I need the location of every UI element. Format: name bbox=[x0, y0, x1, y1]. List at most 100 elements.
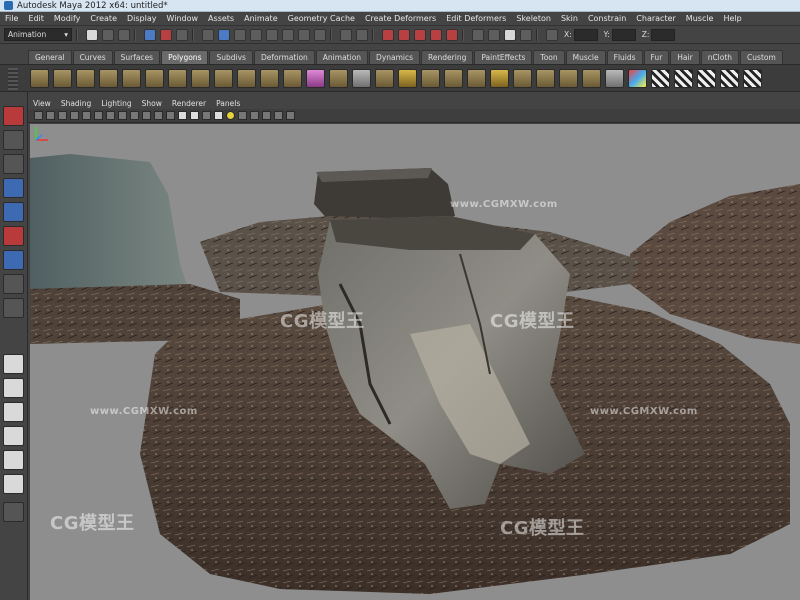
rotate-tool-icon[interactable] bbox=[3, 202, 24, 222]
smooth-shade-icon[interactable] bbox=[190, 111, 199, 120]
smooth-icon[interactable] bbox=[421, 68, 440, 88]
xray-icon[interactable] bbox=[274, 111, 283, 120]
shelf-tab-fur[interactable]: Fur bbox=[643, 50, 670, 64]
menu-animate[interactable]: Animate bbox=[239, 14, 283, 23]
merge-icon[interactable] bbox=[605, 68, 624, 88]
poly-platonic-icon[interactable] bbox=[283, 68, 302, 88]
gate-mask-icon[interactable] bbox=[142, 111, 151, 120]
layout-persp-outliner-icon[interactable] bbox=[3, 450, 24, 470]
extrude-icon[interactable] bbox=[444, 68, 463, 88]
textured-icon[interactable] bbox=[214, 111, 223, 120]
poly-prism-icon[interactable] bbox=[168, 68, 187, 88]
shelf-tab-polygons[interactable]: Polygons bbox=[161, 50, 209, 64]
panel-menu-shading[interactable]: Shading bbox=[61, 99, 91, 108]
use-all-lights-icon[interactable] bbox=[226, 111, 235, 120]
render-settings-icon[interactable] bbox=[520, 28, 532, 41]
image-plane-icon[interactable] bbox=[70, 111, 79, 120]
shelf-tab-animation[interactable]: Animation bbox=[315, 50, 369, 64]
shelf-tab-deformation[interactable]: Deformation bbox=[253, 50, 315, 64]
shadows-icon[interactable] bbox=[238, 111, 247, 120]
x-field[interactable] bbox=[573, 28, 598, 41]
new-scene-icon[interactable] bbox=[86, 28, 98, 41]
poly-cylinder-icon[interactable] bbox=[76, 68, 95, 88]
menu-display[interactable]: Display bbox=[122, 14, 162, 23]
poly-helix-icon[interactable] bbox=[237, 68, 256, 88]
bevel-icon[interactable] bbox=[582, 68, 601, 88]
shelf-tab-ncloth[interactable]: nCloth bbox=[700, 50, 740, 64]
panel-menu-show[interactable]: Show bbox=[142, 99, 162, 108]
shelf-tab-general[interactable]: General bbox=[28, 50, 72, 64]
shelf-tab-toon[interactable]: Toon bbox=[533, 50, 565, 64]
split-polygon-icon[interactable] bbox=[513, 68, 532, 88]
shelf-tab-rendering[interactable]: Rendering bbox=[421, 50, 474, 64]
extract-icon[interactable] bbox=[398, 68, 417, 88]
menu-create-deformers[interactable]: Create Deformers bbox=[360, 14, 441, 23]
uv-automatic-icon[interactable] bbox=[720, 68, 739, 88]
poly-pyramid-icon[interactable] bbox=[191, 68, 210, 88]
menu-assets[interactable]: Assets bbox=[203, 14, 239, 23]
isolate-select-icon[interactable] bbox=[262, 111, 271, 120]
layout-persp-graph-icon[interactable] bbox=[3, 426, 24, 446]
panel-menu-view[interactable]: View bbox=[33, 99, 51, 108]
select-hierarchy-icon[interactable] bbox=[144, 28, 156, 41]
toolbox-collapse-icon[interactable] bbox=[3, 502, 24, 522]
grid-toggle-icon[interactable] bbox=[106, 111, 115, 120]
menu-skin[interactable]: Skin bbox=[556, 14, 583, 23]
safe-action-icon[interactable] bbox=[166, 111, 175, 120]
append-to-polygon-icon[interactable] bbox=[490, 68, 509, 88]
shelf-tab-subdivs[interactable]: Subdivs bbox=[209, 50, 253, 64]
menu-geometry-cache[interactable]: Geometry Cache bbox=[283, 14, 360, 23]
select-camera-icon[interactable] bbox=[34, 111, 43, 120]
poly-cone-icon[interactable] bbox=[99, 68, 118, 88]
select-object-icon[interactable] bbox=[160, 28, 172, 41]
snap-point-icon[interactable] bbox=[414, 28, 426, 41]
snap-view-plane-icon[interactable] bbox=[430, 28, 442, 41]
mask-deformations-icon[interactable] bbox=[282, 28, 294, 41]
lock-selection-icon[interactable] bbox=[340, 28, 352, 41]
render-frame-icon[interactable] bbox=[488, 28, 500, 41]
scale-tool-icon[interactable] bbox=[3, 226, 24, 246]
shelf-tab-painteffects[interactable]: PaintEffects bbox=[474, 50, 533, 64]
sculpt-geometry-icon[interactable] bbox=[628, 68, 647, 88]
grease-pencil-icon[interactable] bbox=[94, 111, 103, 120]
menu-create[interactable]: Create bbox=[85, 14, 122, 23]
menu-file[interactable]: File bbox=[0, 14, 23, 23]
ipr-render-icon[interactable] bbox=[504, 28, 516, 41]
menu-window[interactable]: Window bbox=[162, 14, 204, 23]
history-icon[interactable] bbox=[472, 28, 484, 41]
soft-modification-icon[interactable] bbox=[3, 274, 24, 294]
menu-constrain[interactable]: Constrain bbox=[583, 14, 631, 23]
menu-modify[interactable]: Modify bbox=[49, 14, 86, 23]
uv-spherical-icon[interactable] bbox=[697, 68, 716, 88]
insert-edge-loop-icon[interactable] bbox=[536, 68, 555, 88]
paint-select-tool-icon[interactable] bbox=[3, 154, 24, 174]
uv-planar-icon[interactable] bbox=[651, 68, 670, 88]
menu-set-dropdown[interactable]: Animation ▾ bbox=[4, 28, 72, 41]
two-d-pan-zoom-icon[interactable] bbox=[82, 111, 91, 120]
mask-handles-icon[interactable] bbox=[218, 28, 230, 41]
shelf-grip-handle[interactable] bbox=[8, 68, 18, 90]
universal-manipulator-icon[interactable] bbox=[3, 250, 24, 270]
film-gate-icon[interactable] bbox=[118, 111, 127, 120]
layout-four-pane-icon[interactable] bbox=[3, 378, 24, 398]
layout-outliner-persp-icon[interactable] bbox=[3, 474, 24, 494]
shelf-tab-custom[interactable]: Custom bbox=[740, 50, 783, 64]
menu-help[interactable]: Help bbox=[718, 14, 746, 23]
panel-menu-lighting[interactable]: Lighting bbox=[101, 99, 131, 108]
input-mode-icon[interactable] bbox=[546, 28, 558, 41]
shelf-tab-surfaces[interactable]: Surfaces bbox=[113, 50, 161, 64]
poly-plane-icon[interactable] bbox=[122, 68, 141, 88]
make-live-icon[interactable] bbox=[446, 28, 458, 41]
offset-edge-loop-icon[interactable] bbox=[559, 68, 578, 88]
select-tool-icon[interactable] bbox=[3, 106, 24, 126]
poly-soccer-ball-icon[interactable] bbox=[260, 68, 279, 88]
shelf-tab-dynamics[interactable]: Dynamics bbox=[369, 50, 421, 64]
wireframe-on-shaded-icon[interactable] bbox=[202, 111, 211, 120]
menu-character[interactable]: Character bbox=[631, 14, 681, 23]
save-scene-icon[interactable] bbox=[118, 28, 130, 41]
poly-pipe-icon[interactable] bbox=[214, 68, 233, 88]
mask-surfaces-icon[interactable] bbox=[266, 28, 278, 41]
mask-dynamics-icon[interactable] bbox=[298, 28, 310, 41]
snap-curve-icon[interactable] bbox=[398, 28, 410, 41]
menu-muscle[interactable]: Muscle bbox=[681, 14, 719, 23]
